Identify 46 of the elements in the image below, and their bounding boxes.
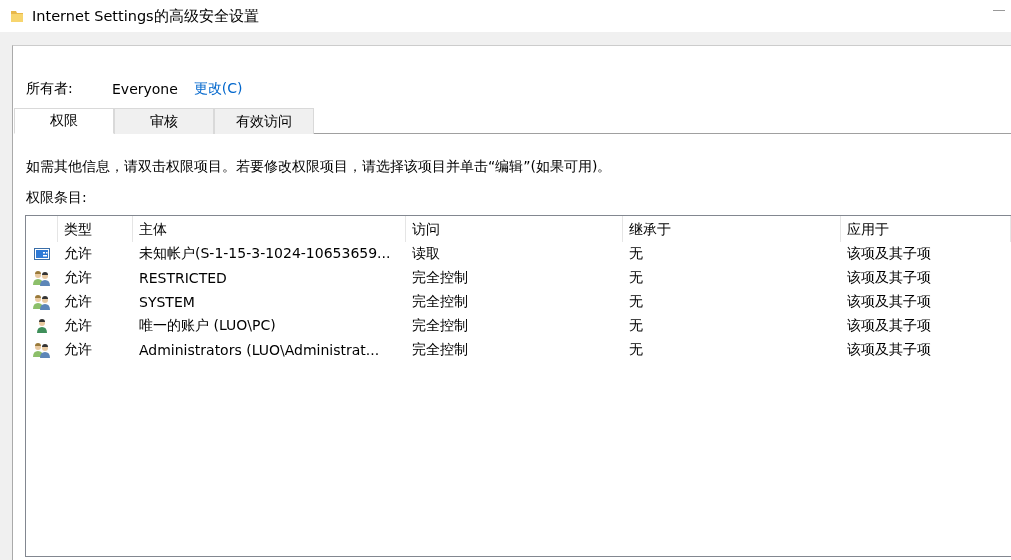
table-cell-text: 允许 [63, 293, 93, 311]
table-cell-text: 该项及其子项 [846, 293, 932, 311]
column-header[interactable]: 应用于 [841, 216, 1011, 242]
table-cell-text: 完全控制 [411, 269, 469, 287]
info-text: 如需其他信息，请双击权限项目。若要修改权限项目，请选择该项目并单击“编辑”(如果可用)。 [25, 157, 613, 176]
list-label: 权限条目: [25, 188, 88, 207]
user-group-icon [33, 270, 51, 286]
table-cell-text: 允许 [63, 317, 93, 335]
table-cell-text: 无 [628, 341, 644, 359]
table-cell-text: 允许 [63, 269, 93, 287]
table-cell-text: 该项及其子项 [846, 245, 932, 263]
table-cell-text: 完全控制 [411, 317, 469, 335]
table-cell-text: Administrators (LUO\Administrat... [138, 342, 381, 358]
table-cell-text: 未知帐户(S-1-15-3-1024-10653659... [138, 245, 392, 263]
owner-value: Everyone [112, 81, 178, 97]
window-title: Internet Settings的高级安全设置 [32, 6, 259, 26]
change-link[interactable]: 更改(C) [193, 80, 243, 98]
user-group-icon [33, 294, 51, 310]
table-cell-text: 该项及其子项 [846, 341, 932, 359]
owner-label: 所有者: [26, 80, 74, 98]
tab[interactable]: 权限 [14, 108, 114, 134]
table-cell-text: 该项及其子项 [846, 317, 932, 335]
table-cell-text: 无 [628, 269, 644, 287]
table-cell-text: 无 [628, 293, 644, 311]
table-cell-text: 完全控制 [411, 341, 469, 359]
table-cell-text: SYSTEM [138, 294, 196, 310]
tab[interactable]: 审核 [114, 108, 214, 134]
column-header[interactable]: 主体 [133, 216, 406, 242]
tab[interactable]: 有效访问 [214, 108, 314, 134]
table-cell-text: 无 [628, 245, 644, 263]
table-cell-text: RESTRICTED [138, 270, 228, 286]
table-cell-text: 读取 [411, 245, 441, 263]
table-cell-text: 唯一的账户 (LUO\PC) [138, 317, 277, 335]
minimize-button[interactable] [993, 10, 1005, 11]
table-cell-text: 允许 [63, 245, 93, 263]
user-group-icon [33, 342, 51, 358]
app-window-icon [34, 248, 50, 260]
table-cell-text: 完全控制 [411, 293, 469, 311]
user-icon [35, 318, 49, 334]
table-cell-text: 允许 [63, 341, 93, 359]
folder-icon [10, 9, 24, 23]
table-cell-text: 该项及其子项 [846, 269, 932, 287]
column-header[interactable]: 类型 [58, 216, 133, 242]
table-cell-text: 无 [628, 317, 644, 335]
column-header[interactable]: 继承于 [623, 216, 841, 242]
column-header[interactable]: 访问 [406, 216, 623, 242]
